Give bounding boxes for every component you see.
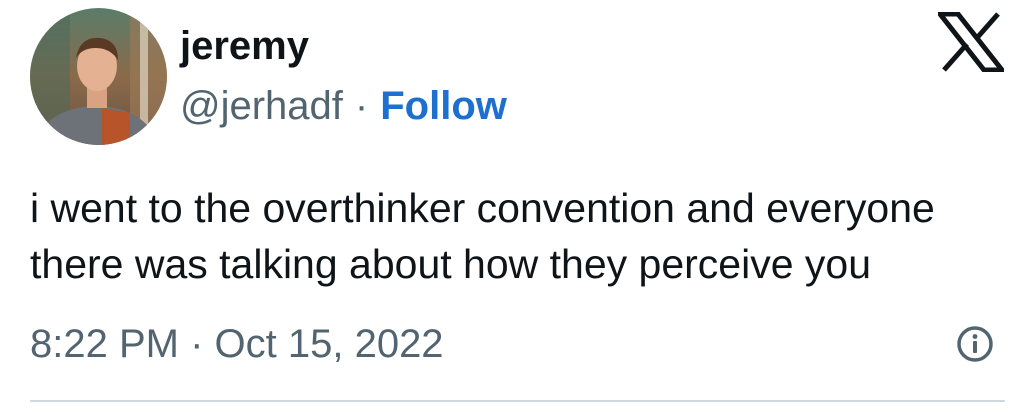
tweet-timestamp[interactable]: 8:22 PM · Oct 15, 2022 bbox=[30, 320, 444, 368]
author-meta-row: @jerhadf · Follow bbox=[180, 82, 507, 130]
x-logo-icon[interactable] bbox=[938, 12, 1004, 72]
tweet-line: i went to the overthinker convention and… bbox=[30, 185, 935, 231]
tweet-line: there was talking about how they perceiv… bbox=[30, 241, 872, 287]
author-handle[interactable]: @jerhadf bbox=[180, 84, 343, 128]
info-icon[interactable] bbox=[955, 324, 995, 364]
follow-button[interactable]: Follow bbox=[380, 84, 507, 128]
avatar[interactable] bbox=[30, 8, 167, 145]
author-display-name[interactable]: jeremy bbox=[180, 22, 309, 70]
avatar-photo bbox=[30, 8, 167, 145]
divider bbox=[30, 400, 1005, 402]
tweet-text: i went to the overthinker convention and… bbox=[30, 180, 1010, 292]
separator-dot: · bbox=[354, 84, 369, 128]
